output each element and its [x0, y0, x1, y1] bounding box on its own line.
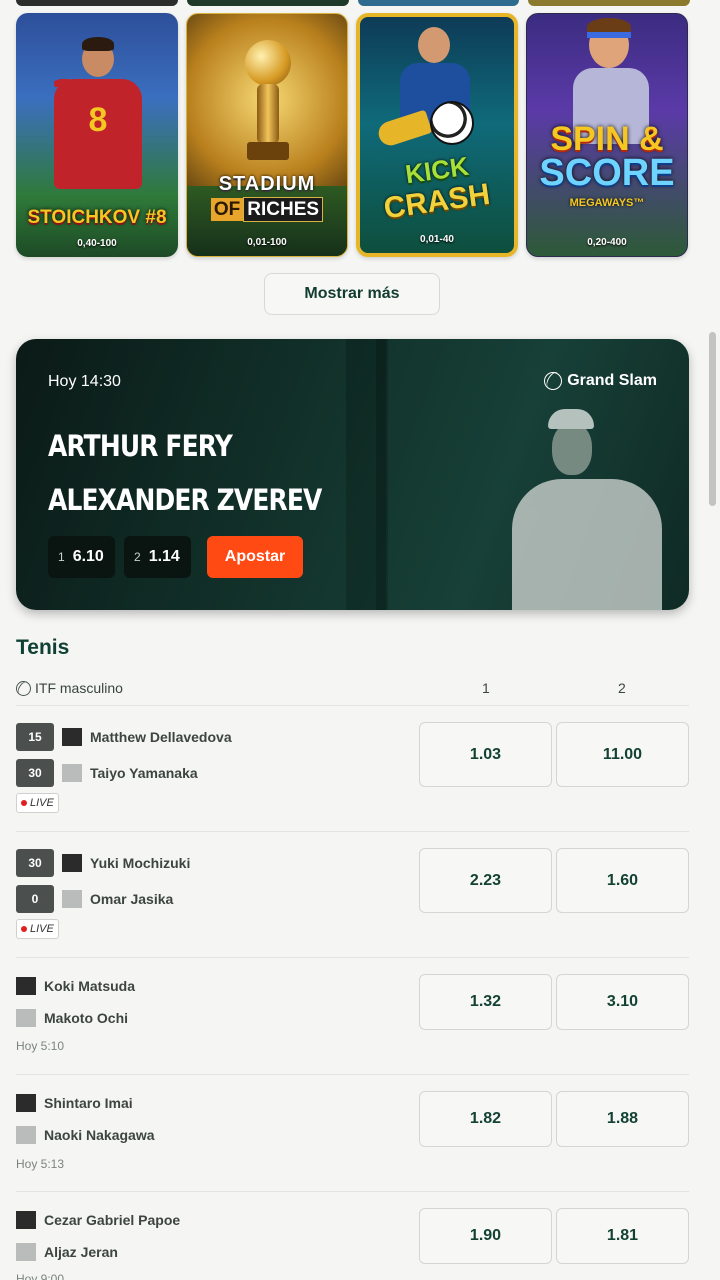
shirt-icon [62, 764, 82, 782]
match-row: Shintaro Imai Naoki Nakagawa Hoy 5:13 1.… [16, 1074, 689, 1191]
odd-button-2[interactable]: 3.10 [556, 974, 689, 1030]
game-tile-kick-crash[interactable]: KICK CRASH 0,01-40 [356, 13, 518, 257]
odd-button-2[interactable]: 1.88 [556, 1091, 689, 1147]
player-one-name: Shintaro Imai [44, 1095, 133, 1111]
trophy-artwork [245, 40, 291, 86]
live-badge: LIVE [16, 919, 59, 939]
odd-button-1[interactable]: 1.82 [419, 1091, 552, 1147]
match-row: 30 Yuki Mochizuki 0 Omar Jasika LIVE 2.2… [16, 831, 689, 957]
column-header-2: 2 [618, 680, 626, 696]
live-dot-icon [21, 926, 27, 932]
featured-match-banner[interactable]: Hoy 14:30 Grand Slam ARTHUR FERY ALEXAND… [16, 339, 689, 610]
match-time: Hoy 14:30 [48, 373, 121, 390]
game-bet-range: 0,40-100 [77, 238, 117, 249]
odd-player-one[interactable]: 1 6.10 [48, 536, 115, 578]
odd-button-2[interactable]: 1.81 [556, 1208, 689, 1264]
shirt-icon [16, 1009, 36, 1027]
match-row: Koki Matsuda Makoto Ochi Hoy 5:10 1.32 3… [16, 957, 689, 1074]
league-header: ITF masculino 1 2 [16, 678, 689, 700]
score-player-two: 30 [16, 759, 54, 787]
league-label: Grand Slam [544, 372, 657, 390]
odd-button-2[interactable]: 1.60 [556, 848, 689, 913]
shirt-number: 8 [88, 101, 108, 139]
game-title-line2: SCORE [539, 152, 675, 194]
game-title: STOICHKOV #8 [27, 207, 167, 228]
player-two-name: ALEXANDER ZVEREV [48, 483, 322, 517]
score-player-one: 15 [16, 723, 54, 751]
game-carousel: 8 STOICHKOV #8 0,40-100 STADIUM OF RICHES… [16, 13, 692, 257]
odd-button-1[interactable]: 1.32 [419, 974, 552, 1030]
live-badge: LIVE [16, 793, 59, 813]
game-title-line1: STADIUM [218, 173, 316, 195]
shirt-icon [16, 977, 36, 995]
player-two-name: Naoki Nakagawa [44, 1127, 155, 1143]
column-header-1: 1 [482, 680, 490, 696]
player-one-name: Koki Matsuda [44, 978, 136, 994]
section-title: Tenis [16, 636, 70, 659]
player-one-name: ARTHUR FERY [48, 429, 233, 463]
player-two-name: Makoto Ochi [44, 1010, 129, 1026]
player-two-name: Omar Jasika [90, 891, 174, 907]
live-dot-icon [21, 800, 27, 806]
previous-row-tiles [16, 0, 690, 6]
player-one-name: Yuki Mochizuki [90, 855, 191, 871]
match-row: Cezar Gabriel Papoe Aljaz Jeran Hoy 9:00… [16, 1191, 689, 1280]
match-time: Hoy 5:13 [16, 1157, 65, 1171]
show-more-button[interactable]: Mostrar más [264, 273, 440, 315]
shirt-icon [16, 1126, 36, 1144]
shirt-icon [62, 854, 82, 872]
odd-button-1[interactable]: 1.90 [419, 1208, 552, 1264]
game-tile-spin-and-score[interactable]: SPIN & SCORE MEGAWAYS™ 0,20-400 [526, 13, 688, 257]
score-player-one: 30 [16, 849, 54, 877]
match-time: Hoy 5:10 [16, 1039, 65, 1053]
shirt-icon [16, 1211, 36, 1229]
game-title-line2: OF RICHES [187, 197, 347, 222]
game-tile-stadium-of-riches[interactable]: STADIUM OF RICHES 0,01-100 [186, 13, 348, 257]
player-two-name: Aljaz Jeran [44, 1244, 118, 1260]
tennis-ball-icon [544, 372, 563, 390]
odd-button-1[interactable]: 1.03 [419, 722, 552, 787]
game-title-line3: MEGAWAYS™ [569, 197, 645, 209]
game-title-line1: SPIN & [550, 120, 664, 158]
shirt-icon [62, 728, 82, 746]
odd-button-2[interactable]: 11.00 [556, 722, 689, 787]
player-artwork [500, 409, 670, 610]
player-one-name: Cezar Gabriel Papoe [44, 1212, 181, 1228]
player-artwork: 8 [54, 37, 142, 211]
odd-player-two[interactable]: 2 1.14 [124, 536, 191, 578]
shirt-icon [62, 890, 82, 908]
player-two-name: Taiyo Yamanaka [90, 765, 198, 781]
shirt-icon [16, 1243, 36, 1261]
game-tile-stoichkov[interactable]: 8 STOICHKOV #8 0,40-100 [16, 13, 178, 257]
football-icon [430, 101, 474, 145]
score-player-two: 0 [16, 885, 54, 913]
player-one-name: Matthew Dellavedova [90, 729, 232, 745]
bet-button[interactable]: Apostar [207, 536, 303, 578]
game-bet-range: 0,01-100 [247, 237, 287, 248]
match-row: 15 Matthew Dellavedova 30 Taiyo Yamanaka… [16, 705, 689, 831]
odd-button-1[interactable]: 2.23 [419, 848, 552, 913]
tennis-ball-icon [16, 680, 31, 696]
shirt-icon [16, 1094, 36, 1112]
game-bet-range: 0,01-40 [420, 234, 454, 245]
match-time: Hoy 9:00 [16, 1272, 65, 1280]
page-scrollbar[interactable] [709, 332, 716, 506]
game-bet-range: 0,20-400 [587, 237, 627, 248]
